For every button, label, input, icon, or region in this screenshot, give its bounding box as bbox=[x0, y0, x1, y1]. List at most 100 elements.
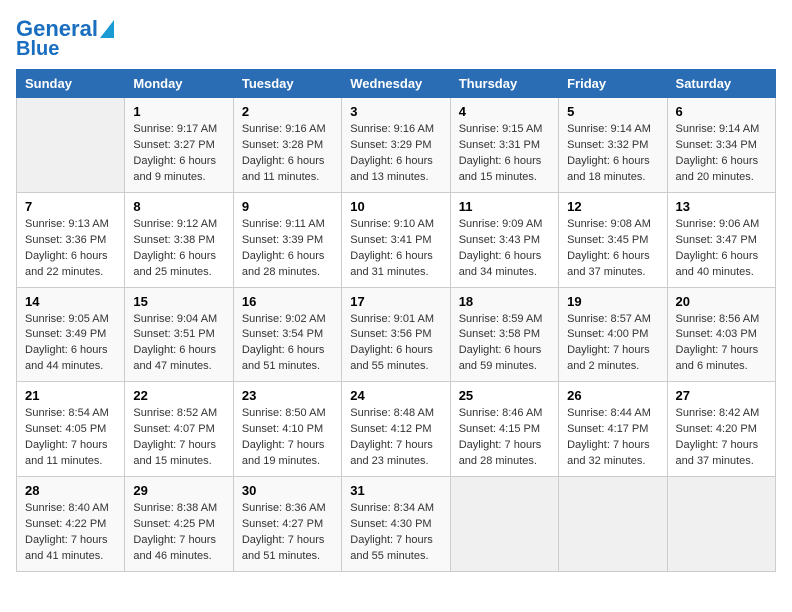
sunrise: Sunrise: 9:01 AM bbox=[350, 313, 434, 325]
daylight: Daylight: 7 hours and 32 minutes. bbox=[567, 439, 650, 467]
day-number: 13 bbox=[676, 199, 767, 214]
day-cell bbox=[559, 477, 667, 572]
day-number: 28 bbox=[25, 483, 116, 498]
sunrise: Sunrise: 9:08 AM bbox=[567, 218, 651, 230]
daylight: Daylight: 6 hours and 40 minutes. bbox=[676, 250, 759, 278]
sunrise: Sunrise: 9:02 AM bbox=[242, 313, 326, 325]
sunrise: Sunrise: 9:06 AM bbox=[676, 218, 760, 230]
daylight: Daylight: 7 hours and 37 minutes. bbox=[676, 439, 759, 467]
daylight: Daylight: 6 hours and 18 minutes. bbox=[567, 155, 650, 183]
day-cell: 28 Sunrise: 8:40 AM Sunset: 4:22 PM Dayl… bbox=[17, 477, 125, 572]
sunset: Sunset: 4:00 PM bbox=[567, 328, 648, 340]
day-number: 11 bbox=[459, 199, 550, 214]
sunset: Sunset: 3:34 PM bbox=[676, 139, 757, 151]
sunrise: Sunrise: 8:48 AM bbox=[350, 407, 434, 419]
day-cell: 26 Sunrise: 8:44 AM Sunset: 4:17 PM Dayl… bbox=[559, 382, 667, 477]
sunrise: Sunrise: 8:56 AM bbox=[676, 313, 760, 325]
sunrise: Sunrise: 8:57 AM bbox=[567, 313, 651, 325]
sunrise: Sunrise: 9:13 AM bbox=[25, 218, 109, 230]
sunset: Sunset: 3:54 PM bbox=[242, 328, 323, 340]
sunset: Sunset: 4:27 PM bbox=[242, 518, 323, 530]
day-number: 4 bbox=[459, 104, 550, 119]
day-cell: 20 Sunrise: 8:56 AM Sunset: 4:03 PM Dayl… bbox=[667, 287, 775, 382]
sunrise: Sunrise: 9:17 AM bbox=[133, 123, 217, 135]
sunrise: Sunrise: 9:16 AM bbox=[350, 123, 434, 135]
daylight: Daylight: 6 hours and 34 minutes. bbox=[459, 250, 542, 278]
day-number: 31 bbox=[350, 483, 441, 498]
day-cell: 18 Sunrise: 8:59 AM Sunset: 3:58 PM Dayl… bbox=[450, 287, 558, 382]
day-number: 1 bbox=[133, 104, 224, 119]
day-cell: 19 Sunrise: 8:57 AM Sunset: 4:00 PM Dayl… bbox=[559, 287, 667, 382]
day-cell: 30 Sunrise: 8:36 AM Sunset: 4:27 PM Dayl… bbox=[233, 477, 341, 572]
day-cell: 25 Sunrise: 8:46 AM Sunset: 4:15 PM Dayl… bbox=[450, 382, 558, 477]
sunrise: Sunrise: 9:15 AM bbox=[459, 123, 543, 135]
day-cell: 13 Sunrise: 9:06 AM Sunset: 3:47 PM Dayl… bbox=[667, 192, 775, 287]
daylight: Daylight: 7 hours and 55 minutes. bbox=[350, 534, 433, 562]
day-cell: 17 Sunrise: 9:01 AM Sunset: 3:56 PM Dayl… bbox=[342, 287, 450, 382]
sunset: Sunset: 3:29 PM bbox=[350, 139, 431, 151]
sunrise: Sunrise: 9:09 AM bbox=[459, 218, 543, 230]
sunset: Sunset: 3:28 PM bbox=[242, 139, 323, 151]
day-cell: 2 Sunrise: 9:16 AM Sunset: 3:28 PM Dayli… bbox=[233, 98, 341, 193]
sunrise: Sunrise: 8:38 AM bbox=[133, 502, 217, 514]
daylight: Daylight: 7 hours and 46 minutes. bbox=[133, 534, 216, 562]
daylight: Daylight: 6 hours and 59 minutes. bbox=[459, 344, 542, 372]
sunset: Sunset: 4:12 PM bbox=[350, 423, 431, 435]
sunset: Sunset: 3:56 PM bbox=[350, 328, 431, 340]
header-monday: Monday bbox=[125, 70, 233, 98]
day-cell: 5 Sunrise: 9:14 AM Sunset: 3:32 PM Dayli… bbox=[559, 98, 667, 193]
day-cell: 15 Sunrise: 9:04 AM Sunset: 3:51 PM Dayl… bbox=[125, 287, 233, 382]
day-number: 17 bbox=[350, 294, 441, 309]
sunrise: Sunrise: 8:42 AM bbox=[676, 407, 760, 419]
day-cell: 29 Sunrise: 8:38 AM Sunset: 4:25 PM Dayl… bbox=[125, 477, 233, 572]
page-header: General Blue bbox=[16, 16, 776, 61]
day-number: 19 bbox=[567, 294, 658, 309]
daylight: Daylight: 6 hours and 51 minutes. bbox=[242, 344, 325, 372]
day-number: 27 bbox=[676, 388, 767, 403]
day-cell: 12 Sunrise: 9:08 AM Sunset: 3:45 PM Dayl… bbox=[559, 192, 667, 287]
sunrise: Sunrise: 8:52 AM bbox=[133, 407, 217, 419]
daylight: Daylight: 7 hours and 23 minutes. bbox=[350, 439, 433, 467]
sunrise: Sunrise: 8:46 AM bbox=[459, 407, 543, 419]
sunset: Sunset: 4:05 PM bbox=[25, 423, 106, 435]
daylight: Daylight: 7 hours and 51 minutes. bbox=[242, 534, 325, 562]
sunrise: Sunrise: 8:34 AM bbox=[350, 502, 434, 514]
sunrise: Sunrise: 8:40 AM bbox=[25, 502, 109, 514]
day-number: 15 bbox=[133, 294, 224, 309]
header-row: SundayMondayTuesdayWednesdayThursdayFrid… bbox=[17, 70, 776, 98]
day-cell: 9 Sunrise: 9:11 AM Sunset: 3:39 PM Dayli… bbox=[233, 192, 341, 287]
sunrise: Sunrise: 9:16 AM bbox=[242, 123, 326, 135]
sunset: Sunset: 3:27 PM bbox=[133, 139, 214, 151]
sunset: Sunset: 3:31 PM bbox=[459, 139, 540, 151]
day-number: 22 bbox=[133, 388, 224, 403]
sunset: Sunset: 3:45 PM bbox=[567, 234, 648, 246]
sunrise: Sunrise: 9:11 AM bbox=[242, 218, 325, 230]
sunset: Sunset: 3:41 PM bbox=[350, 234, 431, 246]
daylight: Daylight: 6 hours and 20 minutes. bbox=[676, 155, 759, 183]
day-number: 30 bbox=[242, 483, 333, 498]
sunset: Sunset: 4:20 PM bbox=[676, 423, 757, 435]
header-saturday: Saturday bbox=[667, 70, 775, 98]
sunrise: Sunrise: 9:12 AM bbox=[133, 218, 217, 230]
week-row-5: 28 Sunrise: 8:40 AM Sunset: 4:22 PM Dayl… bbox=[17, 477, 776, 572]
day-cell bbox=[17, 98, 125, 193]
sunrise: Sunrise: 8:54 AM bbox=[25, 407, 109, 419]
day-number: 23 bbox=[242, 388, 333, 403]
sunrise: Sunrise: 8:44 AM bbox=[567, 407, 651, 419]
header-sunday: Sunday bbox=[17, 70, 125, 98]
sunset: Sunset: 4:03 PM bbox=[676, 328, 757, 340]
sunset: Sunset: 4:30 PM bbox=[350, 518, 431, 530]
day-cell: 14 Sunrise: 9:05 AM Sunset: 3:49 PM Dayl… bbox=[17, 287, 125, 382]
daylight: Daylight: 7 hours and 11 minutes. bbox=[25, 439, 108, 467]
daylight: Daylight: 6 hours and 47 minutes. bbox=[133, 344, 216, 372]
daylight: Daylight: 6 hours and 55 minutes. bbox=[350, 344, 433, 372]
day-cell: 4 Sunrise: 9:15 AM Sunset: 3:31 PM Dayli… bbox=[450, 98, 558, 193]
logo-blue: Blue bbox=[16, 38, 59, 61]
daylight: Daylight: 7 hours and 19 minutes. bbox=[242, 439, 325, 467]
logo-triangle-icon bbox=[100, 20, 114, 38]
sunrise: Sunrise: 9:14 AM bbox=[676, 123, 760, 135]
day-number: 18 bbox=[459, 294, 550, 309]
day-number: 12 bbox=[567, 199, 658, 214]
day-cell: 16 Sunrise: 9:02 AM Sunset: 3:54 PM Dayl… bbox=[233, 287, 341, 382]
sunset: Sunset: 3:36 PM bbox=[25, 234, 106, 246]
